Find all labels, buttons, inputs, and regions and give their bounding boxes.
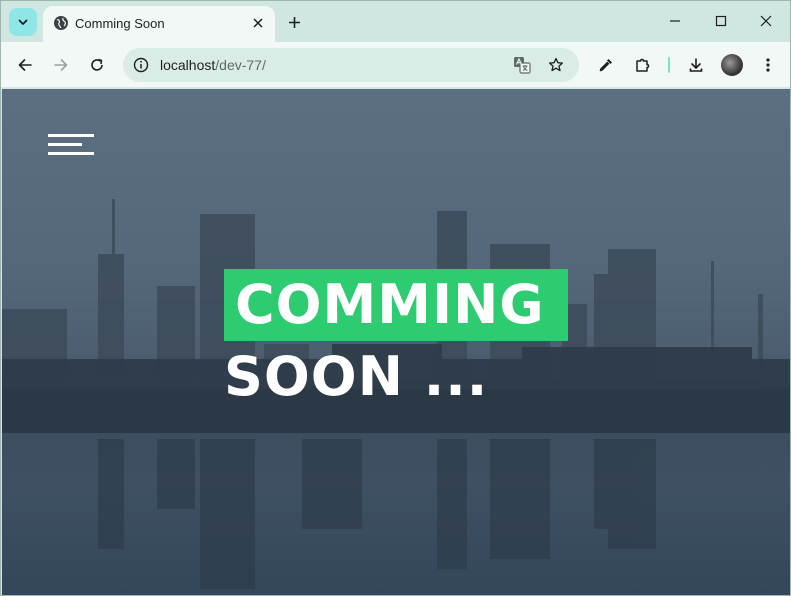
arrow-left-icon [18,59,32,71]
tab-search-button[interactable] [9,8,37,36]
address-bar[interactable]: localhost/dev-77/ [123,48,579,82]
plus-icon [288,16,300,28]
translate-icon [514,57,531,74]
tab-close-button[interactable] [249,14,267,32]
translate-button[interactable] [511,54,533,76]
globe-icon [54,16,68,30]
eyedropper-button[interactable] [592,51,620,79]
close-window-button[interactable] [749,9,783,33]
more-vert-icon [766,58,770,72]
arrow-right-icon [54,59,68,71]
eyedropper-icon [599,59,612,72]
minimize-icon [670,20,680,22]
bookmark-button[interactable] [545,54,567,76]
download-button[interactable] [682,51,710,79]
puzzle-icon [635,58,649,72]
forward-button[interactable] [47,51,75,79]
back-button[interactable] [11,51,39,79]
headline-highlight: COMMING [224,269,568,341]
url-text[interactable]: localhost/dev-77/ [160,57,266,73]
maximize-icon [715,15,727,27]
browser-menu-button[interactable] [754,51,782,79]
browser-toolbar: localhost/dev-77/ [1,42,790,88]
close-icon [760,15,772,27]
hamburger-menu-icon [48,152,94,155]
site-info-button[interactable] [129,53,153,77]
download-icon [689,58,703,72]
url-host: localhost [160,57,216,73]
profile-avatar[interactable] [721,54,743,76]
toolbar-separator [668,57,670,73]
city-skyline-background [2,199,790,589]
headline-line-1: COMMING [235,273,545,336]
hamburger-menu-icon [48,143,82,146]
tab-active[interactable]: Comming Soon [43,6,275,42]
hamburger-menu-button[interactable] [48,134,94,158]
url-path: /dev-77/ [215,57,266,73]
browser-window: Comming Soon localhost/dev-77/ COMMING S… [0,0,791,596]
reload-button[interactable] [83,51,111,79]
star-icon [548,57,564,72]
page-hero: COMMING SOON ... [2,89,790,595]
hamburger-menu-icon [48,134,94,137]
chevron-down-icon [18,19,28,25]
tab-strip: Comming Soon [1,1,790,42]
extensions-button[interactable] [628,51,656,79]
tab-title: Comming Soon [75,16,165,31]
maximize-button[interactable] [704,9,738,33]
new-tab-button[interactable] [284,12,304,32]
headline-line-2: SOON ... [224,345,489,408]
close-icon [253,18,263,28]
info-icon [133,57,149,73]
reload-icon [91,58,103,71]
minimize-button[interactable] [658,9,692,33]
